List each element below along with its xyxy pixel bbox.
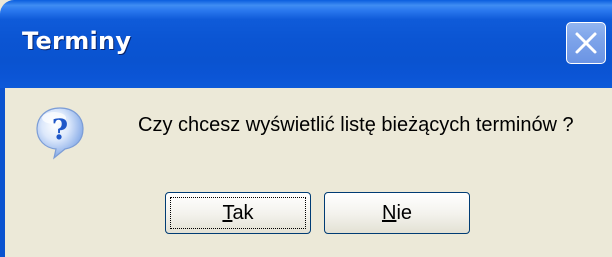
title-bar[interactable]: Terminy bbox=[0, 0, 612, 88]
dialog-message: Czy chcesz wyświetlić listę bieżących te… bbox=[138, 114, 574, 136]
focus-ring bbox=[170, 197, 306, 229]
no-button-label: Nie bbox=[381, 201, 413, 224]
close-button[interactable] bbox=[566, 22, 606, 64]
question-icon: ? bbox=[36, 107, 84, 160]
window-border bbox=[0, 88, 5, 257]
window-title: Terminy bbox=[22, 27, 132, 55]
no-button[interactable]: Nie bbox=[324, 192, 470, 234]
yes-button[interactable]: Tak bbox=[165, 192, 311, 234]
svg-text:?: ? bbox=[52, 113, 68, 146]
close-icon bbox=[575, 32, 597, 54]
dialog-window: Terminy ? Czy chcesz wyświetlić listę bi… bbox=[0, 0, 612, 257]
